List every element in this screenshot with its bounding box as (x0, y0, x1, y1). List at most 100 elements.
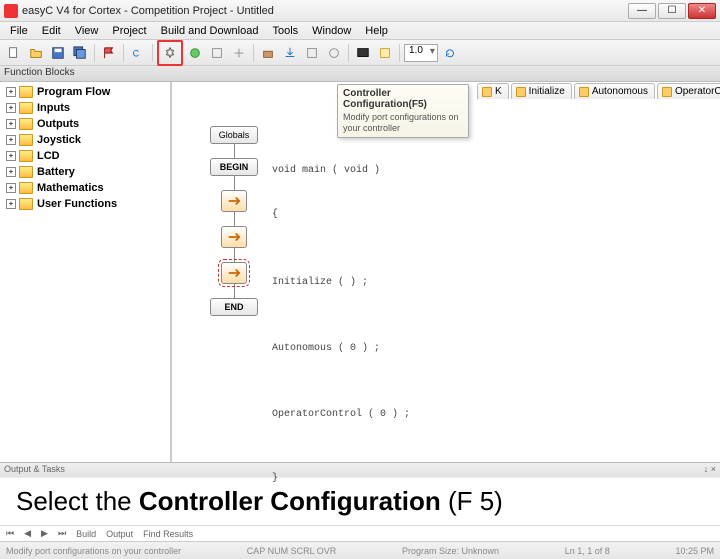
sidebar-item-joystick[interactable]: +Joystick (2, 132, 168, 148)
separator (399, 44, 400, 62)
menu-project[interactable]: Project (106, 23, 152, 39)
globals-button[interactable] (185, 43, 205, 63)
tool-button[interactable] (302, 43, 322, 63)
file-icon (579, 87, 589, 97)
menu-help[interactable]: Help (359, 23, 394, 39)
folder-icon (19, 182, 33, 194)
function-blocks-tree: +Program Flow +Inputs +Outputs +Joystick… (0, 82, 170, 214)
workspace: +Program Flow +Inputs +Outputs +Joystick… (0, 82, 720, 462)
menu-build-download[interactable]: Build and Download (155, 23, 265, 39)
flowchart-canvas[interactable]: Controller Configuration(F5) Modify port… (172, 82, 720, 462)
tab-operatorcontrol[interactable]: OperatorControl (657, 83, 720, 99)
status-message: Modify port configurations on your contr… (6, 546, 181, 556)
tab-k[interactable]: K (477, 83, 509, 99)
save-button[interactable] (48, 43, 68, 63)
folder-icon (19, 150, 33, 162)
flowchart: Config Globals BEGIN END (210, 108, 258, 316)
separator (94, 44, 95, 62)
minimize-button[interactable]: — (628, 3, 656, 19)
output-panel-title: Output & Tasks (4, 464, 65, 476)
flow-connector (234, 284, 235, 298)
window-title: easyC V4 for Cortex - Competition Projec… (22, 5, 628, 17)
folder-icon (19, 166, 33, 178)
folder-icon (19, 198, 33, 210)
save-all-button[interactable] (70, 43, 90, 63)
tool-button[interactable] (375, 43, 395, 63)
refresh-button[interactable] (440, 43, 460, 63)
code-line: OperatorControl ( 0 ) ; (272, 408, 410, 422)
folder-icon (19, 118, 33, 130)
flow-autonomous-call[interactable] (221, 226, 247, 248)
status-program-size: Program Size: Unknown (402, 546, 499, 556)
code-line: Autonomous ( 0 ) ; (272, 342, 410, 356)
tool-button[interactable] (229, 43, 249, 63)
window-titlebar: easyC V4 for Cortex - Competition Projec… (0, 0, 720, 22)
separator (348, 44, 349, 62)
tooltip-body: Modify port configurations on your contr… (343, 112, 463, 134)
flow-begin-block[interactable]: BEGIN (210, 158, 258, 176)
flow-connector (234, 212, 235, 226)
tab-initialize[interactable]: Initialize (511, 83, 572, 99)
code-line: } (272, 472, 410, 486)
sidebar-item-lcd[interactable]: +LCD (2, 148, 168, 164)
tooltip-title: Controller Configuration(F5) (343, 88, 463, 110)
download-button[interactable] (280, 43, 300, 63)
sidebar-item-inputs[interactable]: +Inputs (2, 100, 168, 116)
code-line: void main ( void ) (272, 164, 410, 178)
tool-button[interactable] (207, 43, 227, 63)
nav-prev-icon[interactable]: ◀ (24, 528, 31, 539)
code-tabs: K Initialize Autonomous OperatorControl (477, 82, 720, 100)
nav-first-icon[interactable]: ⏮ (6, 528, 14, 539)
sidebar-item-mathematics[interactable]: +Mathematics (2, 180, 168, 196)
open-button[interactable] (26, 43, 46, 63)
menu-window[interactable]: Window (306, 23, 357, 39)
sidebar-item-battery[interactable]: +Battery (2, 164, 168, 180)
flow-end-block[interactable]: END (210, 298, 258, 316)
separator (152, 44, 153, 62)
close-button[interactable]: ✕ (688, 3, 716, 19)
controller-config-tooltip: Controller Configuration(F5) Modify port… (337, 84, 469, 138)
sidebar-item-program-flow[interactable]: +Program Flow (2, 84, 168, 100)
flow-operatorcontrol-call[interactable] (221, 262, 247, 284)
status-time: 10:25 PM (675, 546, 714, 556)
code-button[interactable]: C (128, 43, 148, 63)
menu-view[interactable]: View (69, 23, 105, 39)
tab-autonomous[interactable]: Autonomous (574, 83, 655, 99)
status-line: Ln 1, 1 of 8 (565, 546, 610, 556)
file-icon (482, 87, 492, 97)
status-tab-output[interactable]: Output (106, 529, 133, 539)
menu-file[interactable]: File (4, 23, 34, 39)
nav-next-icon[interactable]: ▶ (41, 528, 48, 539)
status-keys: CAP NUM SCRL OVR (247, 546, 337, 556)
flow-globals-block[interactable]: Globals (210, 126, 258, 144)
terminal-button[interactable] (353, 43, 373, 63)
controller-config-button[interactable] (160, 43, 180, 63)
folder-icon (19, 102, 33, 114)
tool-button[interactable] (324, 43, 344, 63)
menu-tools[interactable]: Tools (266, 23, 304, 39)
toolbar: C 1.0 (0, 40, 720, 66)
flag-button[interactable] (99, 43, 119, 63)
build-button[interactable] (258, 43, 278, 63)
zoom-combo[interactable]: 1.0 (404, 44, 438, 62)
separator (123, 44, 124, 62)
sidebar-item-user-functions[interactable]: +User Functions (2, 196, 168, 212)
status-tab-build[interactable]: Build (76, 529, 96, 539)
nav-last-icon[interactable]: ⏭ (58, 528, 66, 539)
maximize-button[interactable]: ☐ (658, 3, 686, 19)
flow-initialize-call[interactable] (221, 190, 247, 212)
app-icon (4, 4, 18, 18)
menu-edit[interactable]: Edit (36, 23, 67, 39)
controller-config-highlight (157, 40, 183, 66)
new-button[interactable] (4, 43, 24, 63)
status-tabs: ⏮ ◀ ▶ ⏭ Build Output Find Results (0, 525, 720, 541)
function-blocks-header: Function Blocks (0, 66, 720, 82)
sidebar-item-outputs[interactable]: +Outputs (2, 116, 168, 132)
flow-connector (234, 176, 235, 190)
file-icon (516, 87, 526, 97)
code-line: Initialize ( ) ; (272, 276, 410, 290)
output-panel-pin[interactable]: ↓ × (704, 464, 716, 476)
status-tab-find[interactable]: Find Results (143, 529, 193, 539)
window-controls: — ☐ ✕ (628, 3, 716, 19)
function-blocks-panel: +Program Flow +Inputs +Outputs +Joystick… (0, 82, 172, 462)
